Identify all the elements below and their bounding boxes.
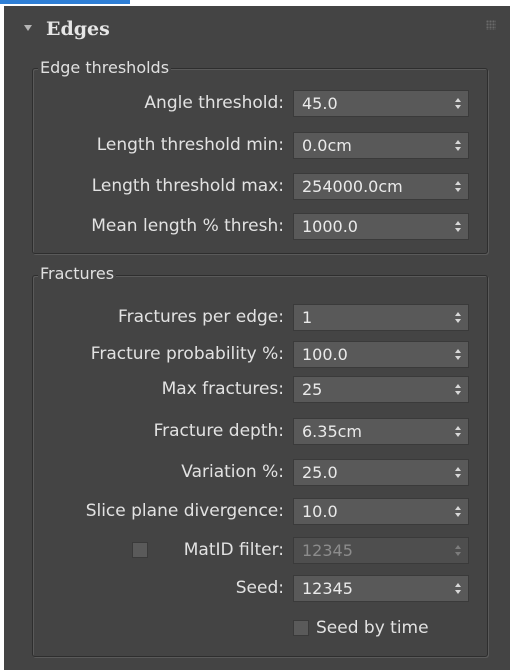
spinner-arrows-icon[interactable] [455, 140, 462, 152]
variation-label: Variation %: [181, 462, 284, 482]
length-threshold-max-row: Length threshold max: 254000.0cm [4, 171, 510, 201]
top-accent-strip [0, 0, 130, 4]
seed-by-time-row: Seed by time [4, 613, 510, 643]
drag-grip-icon[interactable] [486, 20, 496, 30]
fracture-probability-spinner[interactable]: 100.0 [293, 341, 469, 368]
seed-spinner[interactable]: 12345 [293, 575, 469, 602]
spinner-arrows-icon[interactable] [455, 426, 462, 438]
matid-filter-spinner[interactable]: 12345 [293, 537, 469, 564]
angle-threshold-label: Angle threshold: [144, 93, 284, 113]
fracture-depth-label: Fracture depth: [153, 421, 284, 441]
slice-plane-divergence-label: Slice plane divergence: [85, 501, 284, 521]
seed-by-time-label[interactable]: Seed by time [316, 617, 429, 639]
mean-length-thresh-value[interactable]: 1000.0 [302, 217, 358, 237]
slice-plane-divergence-row: Slice plane divergence: 10.0 [4, 496, 510, 526]
spinner-arrows-icon[interactable] [455, 312, 462, 324]
fractures-per-edge-row: Fractures per edge: 1 [4, 302, 510, 332]
mean-length-thresh-label: Mean length % thresh: [91, 216, 284, 236]
fracture-depth-row: Fracture depth: 6.35cm [4, 416, 510, 446]
fracture-depth-value[interactable]: 6.35cm [302, 422, 362, 442]
fracture-probability-value[interactable]: 100.0 [302, 345, 348, 365]
length-threshold-min-value[interactable]: 0.0cm [302, 136, 352, 156]
spinner-arrows-icon[interactable] [455, 221, 462, 233]
fractures-per-edge-value[interactable]: 1 [302, 308, 312, 328]
triangle-down-icon[interactable] [24, 25, 32, 31]
max-fractures-row: Max fractures: 25 [4, 374, 510, 404]
seed-by-time-checkbox[interactable] [293, 620, 309, 636]
variation-value[interactable]: 25.0 [302, 463, 338, 483]
variation-spinner[interactable]: 25.0 [293, 459, 469, 486]
spinner-arrows-icon[interactable] [455, 506, 462, 518]
seed-label: Seed: [235, 578, 284, 598]
slice-plane-divergence-spinner[interactable]: 10.0 [293, 498, 469, 525]
matid-filter-row: MatID filter: 12345 [4, 535, 510, 565]
mean-length-thresh-row: Mean length % thresh: 1000.0 [4, 211, 510, 241]
length-threshold-min-spinner[interactable]: 0.0cm [293, 132, 469, 159]
max-fractures-value[interactable]: 25 [302, 380, 322, 400]
matid-filter-checkbox[interactable] [132, 542, 148, 558]
fracture-depth-spinner[interactable]: 6.35cm [293, 418, 469, 445]
length-threshold-min-row: Length threshold min: 0.0cm [4, 130, 510, 160]
angle-threshold-spinner[interactable]: 45.0 [293, 90, 469, 117]
fractures-per-edge-spinner[interactable]: 1 [293, 304, 469, 331]
angle-threshold-row: Angle threshold: 45.0 [4, 88, 510, 118]
spinner-arrows-icon[interactable] [455, 384, 462, 396]
mean-length-thresh-spinner[interactable]: 1000.0 [293, 213, 469, 240]
rollout-title: Edges [46, 18, 110, 40]
length-threshold-max-spinner[interactable]: 254000.0cm [293, 173, 469, 200]
spinner-arrows-icon[interactable] [455, 349, 462, 361]
angle-threshold-value[interactable]: 45.0 [302, 94, 338, 114]
length-threshold-min-label: Length threshold min: [96, 135, 284, 155]
spinner-arrows-icon[interactable] [455, 583, 462, 595]
rollout-header[interactable]: Edges [4, 6, 510, 50]
spinner-arrows-icon[interactable] [455, 545, 462, 557]
matid-filter-value[interactable]: 12345 [302, 541, 353, 561]
fracture-probability-row: Fracture probability %: 100.0 [4, 339, 510, 369]
edges-rollout-panel: Edges Edge thresholds Angle threshold: 4… [4, 6, 510, 670]
fractures-title: Fractures [38, 264, 117, 284]
length-threshold-max-value[interactable]: 254000.0cm [302, 177, 403, 197]
slice-plane-divergence-value[interactable]: 10.0 [302, 502, 338, 522]
matid-filter-label: MatID filter: [183, 540, 284, 560]
edge-thresholds-title: Edge thresholds [38, 58, 172, 78]
max-fractures-label: Max fractures: [161, 379, 284, 399]
spinner-arrows-icon[interactable] [455, 98, 462, 110]
max-fractures-spinner[interactable]: 25 [293, 376, 469, 403]
fracture-probability-label: Fracture probability %: [90, 344, 284, 364]
length-threshold-max-label: Length threshold max: [91, 176, 284, 196]
spinner-arrows-icon[interactable] [455, 181, 462, 193]
fractures-per-edge-label: Fractures per edge: [118, 307, 284, 327]
seed-value[interactable]: 12345 [302, 579, 353, 599]
spinner-arrows-icon[interactable] [455, 467, 462, 479]
seed-row: Seed: 12345 [4, 573, 510, 603]
variation-row: Variation %: 25.0 [4, 457, 510, 487]
